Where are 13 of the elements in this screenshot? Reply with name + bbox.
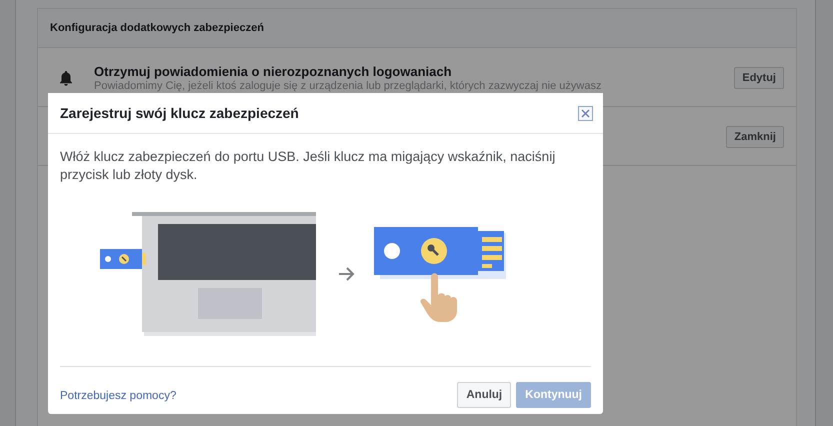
setting-title: Otrzymuj powiadomienia o nierozpoznanych logowaniach [94,64,453,79]
close-button[interactable] [578,106,593,120]
dialog-message: Włóż klucz zabezpieczeń do portu USB. Jeśli klucz ma migający wskaźnik, naciśnij przycisk lub złoty dysk. [60,148,556,184]
bell-icon [59,70,73,86]
row-button[interactable]: Zamknij [726,126,784,148]
setting-description: Powiadomimy Cię, jeżeli ktoś zaloguje się z urządzenia lub przeglądarki, których zazwyczaj nie używasz [94,80,602,92]
panel-title: Konfiguracja dodatkowych zabezpieczeń [38,9,796,48]
dialog-title: Zarejestruj swój klucz zabezpieczeń [60,105,299,121]
arrow-icon [338,267,356,281]
row-button[interactable]: Edytuj [734,67,784,89]
close-icon [578,106,593,120]
help-link[interactable]: Potrzebujesz pomocy? [60,380,176,402]
cancel-button[interactable]: Anuluj [457,382,512,408]
